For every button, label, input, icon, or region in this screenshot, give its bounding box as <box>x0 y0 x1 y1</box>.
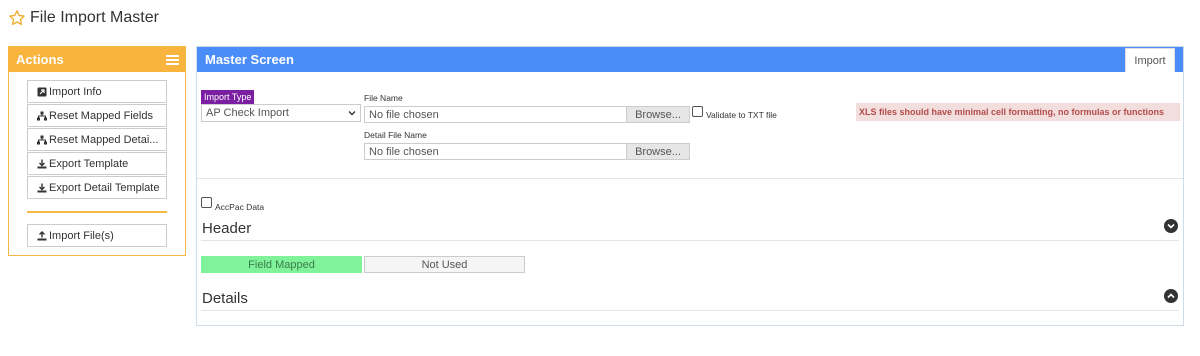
import-files-button[interactable]: Import File(s) <box>27 224 167 247</box>
export-detail-template-button[interactable]: Export Detail Template <box>27 176 167 199</box>
master-panel: Master Screen Import Import Type AP Chec… <box>196 46 1184 326</box>
chevron-down-icon[interactable] <box>1164 219 1178 233</box>
chevron-up-icon[interactable] <box>1164 289 1178 303</box>
reset-mapped-details-button[interactable]: Reset Mapped Detai... <box>27 128 167 151</box>
download-icon <box>36 158 47 169</box>
download-icon <box>36 182 47 193</box>
file-name-label: File Name <box>364 93 403 103</box>
star-icon[interactable] <box>8 9 26 27</box>
header-section-title: Header <box>202 220 252 237</box>
legend-field-mapped: Field Mapped <box>201 256 362 273</box>
export-template-button[interactable]: Export Template <box>27 152 167 175</box>
import-info-button[interactable]: Import Info <box>27 80 167 103</box>
master-title: Master Screen <box>205 52 294 67</box>
reset-mapped-fields-button[interactable]: Reset Mapped Fields <box>27 104 167 127</box>
chevron-down-icon <box>348 111 356 116</box>
sitemap-icon <box>36 134 47 145</box>
detail-file-browse-button[interactable]: Browse... <box>626 144 689 159</box>
actions-title: Actions <box>16 52 64 67</box>
actions-header: Actions <box>9 47 185 72</box>
import-files-label: Import File(s) <box>49 229 114 242</box>
file-browse-button[interactable]: Browse... <box>626 107 689 122</box>
import-type-value: AP Check Import <box>206 107 289 119</box>
accpac-checkbox[interactable] <box>201 197 212 208</box>
tab-import[interactable]: Import <box>1125 48 1175 72</box>
sitemap-icon <box>36 110 47 121</box>
page-title: File Import Master <box>8 7 159 29</box>
import-info-label: Import Info <box>49 85 102 98</box>
master-header: Master Screen Import <box>197 47 1183 72</box>
form-divider <box>197 178 1183 179</box>
details-divider <box>201 310 1179 311</box>
info-icon <box>36 86 47 97</box>
upload-icon <box>36 230 47 241</box>
import-type-label: Import Type <box>201 90 255 104</box>
file-name-value: No file chosen <box>369 108 439 121</box>
reset-mapped-details-label: Reset Mapped Detai... <box>49 133 159 146</box>
xls-notice: XLS files should have minimal cell forma… <box>856 103 1180 121</box>
file-name-input[interactable]: No file chosen Browse... <box>364 106 690 123</box>
export-detail-template-label: Export Detail Template <box>49 181 160 194</box>
import-type-select[interactable]: AP Check Import <box>201 104 361 122</box>
header-divider <box>201 240 1179 241</box>
actions-panel: Actions Import Info Reset Mapped Fields … <box>8 46 186 256</box>
detail-file-name-label: Detail File Name <box>364 130 427 140</box>
actions-divider <box>27 211 167 213</box>
detail-file-name-value: No file chosen <box>369 145 439 158</box>
page-title-text: File Import Master <box>30 9 159 26</box>
legend-not-used: Not Used <box>364 256 525 273</box>
detail-file-name-input[interactable]: No file chosen Browse... <box>364 143 690 160</box>
accpac-label: AccPac Data <box>215 202 265 212</box>
export-template-label: Export Template <box>49 157 129 170</box>
menu-icon[interactable] <box>166 54 179 65</box>
reset-mapped-fields-label: Reset Mapped Fields <box>49 109 153 122</box>
validate-txt-checkbox[interactable] <box>692 106 703 117</box>
validate-txt-label: Validate to TXT file <box>706 110 777 120</box>
details-section-title: Details <box>202 290 248 307</box>
